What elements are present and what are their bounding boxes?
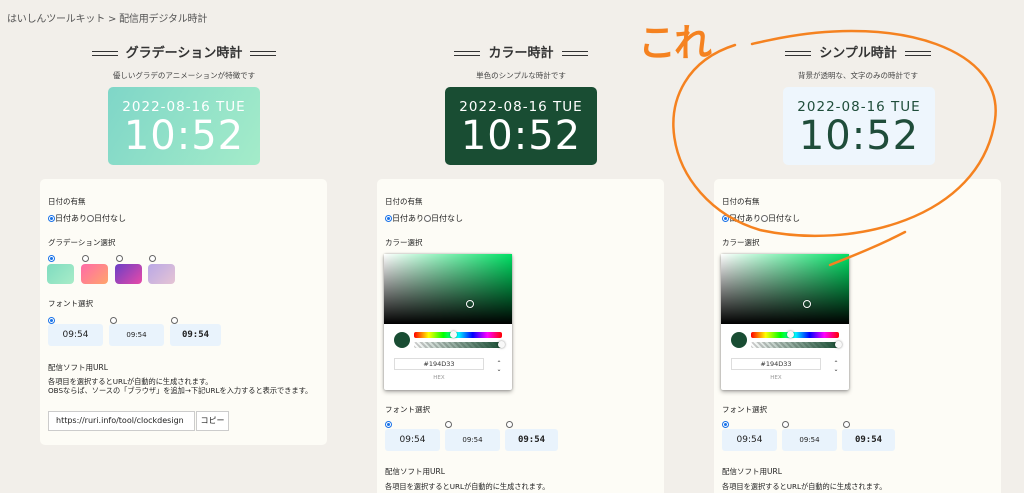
annotation-text: これ bbox=[638, 21, 712, 65]
annotation-circle bbox=[672, 29, 997, 267]
